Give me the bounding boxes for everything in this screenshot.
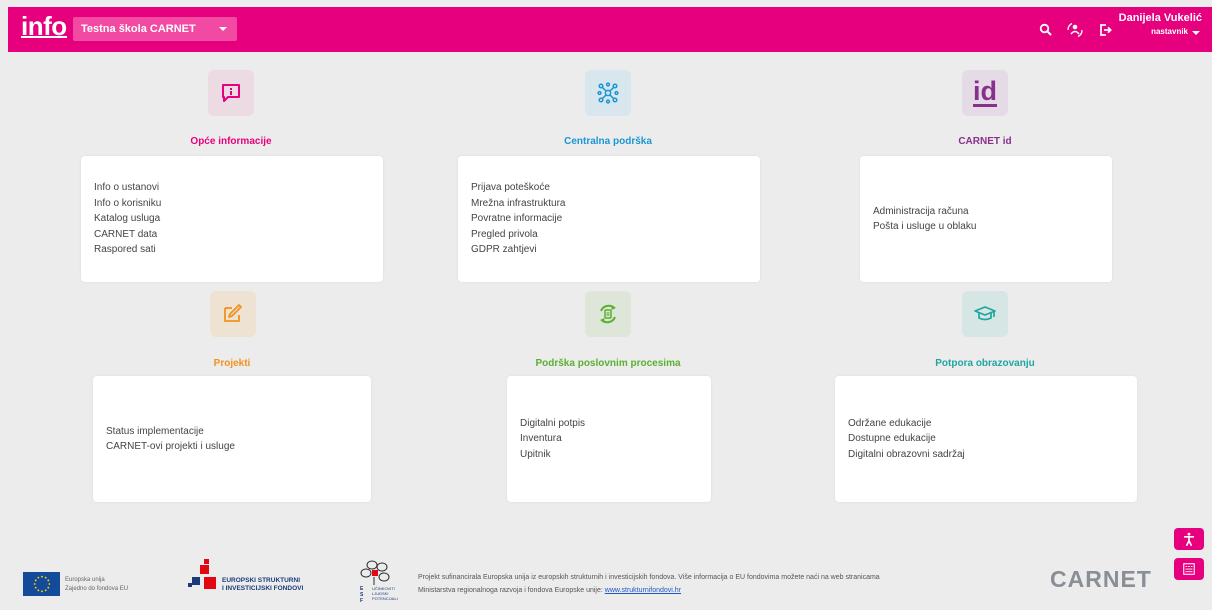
section-title-centralna-podrska: Centralna podrška xyxy=(564,136,652,147)
id-icon: id xyxy=(962,70,1008,116)
link-status-implementacije[interactable]: Status implementacije xyxy=(106,424,371,440)
link-info-o-korisniku[interactable]: Info o korisniku xyxy=(94,196,383,212)
section-card-podrska-poslovnim-procesima: Digitalni potpis Inventura Upitnik xyxy=(507,376,711,502)
reader-mode-button[interactable] xyxy=(1174,558,1204,580)
esf-letters: ESF xyxy=(360,586,364,604)
strukturni-fondovi-link[interactable]: www.strukturnifondovi.hr xyxy=(605,587,681,594)
network-icon xyxy=(585,70,631,116)
link-gdpr-zahtjevi[interactable]: GDPR zahtjevi xyxy=(471,242,760,258)
logout-icon[interactable] xyxy=(1094,19,1116,41)
link-posta-i-usluge[interactable]: Pošta i usluge u oblaku xyxy=(873,219,1112,235)
link-pregled-privola[interactable]: Pregled privola xyxy=(471,227,760,243)
link-administracija-racuna[interactable]: Administracija računa xyxy=(873,204,1112,220)
esif-caption: EUROPSKI STRUKTURNI I INVESTICIJSKI FOND… xyxy=(222,577,304,592)
link-povratne-informacije[interactable]: Povratne informacije xyxy=(471,211,760,227)
esif-logo-icon xyxy=(188,559,216,589)
sync-users-icon[interactable] xyxy=(1064,19,1086,41)
top-bar: info Testna škola CARNET Danijela Vukeli… xyxy=(8,7,1212,52)
user-menu[interactable]: Danijela Vukelić nastavnik xyxy=(1119,11,1202,39)
graduation-cap-icon xyxy=(962,291,1008,337)
school-selector[interactable]: Testna škola CARNET xyxy=(73,17,237,41)
eu-caption: Europska unija Zajedno do fondova EU xyxy=(65,577,129,592)
link-carnet-data[interactable]: CARNET data xyxy=(94,227,383,243)
section-title-projekti: Projekti xyxy=(213,358,251,369)
eu-flag-logo xyxy=(23,572,60,596)
search-icon[interactable] xyxy=(1035,19,1057,41)
section-card-opce-informacije: Info o ustanovi Info o korisniku Katalog… xyxy=(81,156,383,282)
process-cycle-icon xyxy=(585,291,631,337)
accessibility-button[interactable] xyxy=(1174,528,1204,550)
info-message-icon xyxy=(208,70,254,116)
link-katalog-usluga[interactable]: Katalog usluga xyxy=(94,211,383,227)
link-carnet-ovi-projekti[interactable]: CARNET-ovi projekti i usluge xyxy=(106,439,371,455)
link-inventura[interactable]: Inventura xyxy=(520,431,711,447)
ulj-caption: UČINKOVITI LJUDSKI POTENCIJALI xyxy=(372,586,398,601)
section-card-centralna-podrska: Prijava poteškoće Mrežna infrastruktura … xyxy=(458,156,760,282)
link-mrezna-infrastruktura[interactable]: Mrežna infrastruktura xyxy=(471,196,760,212)
section-card-carnet-id: Administracija računa Pošta i usluge u o… xyxy=(860,156,1112,282)
link-upitnik[interactable]: Upitnik xyxy=(520,447,711,463)
carnet-logo[interactable]: CARNET xyxy=(1050,566,1152,593)
link-digitalni-potpis[interactable]: Digitalni potpis xyxy=(520,416,711,432)
accessibility-icon xyxy=(1183,532,1195,546)
info-logo[interactable]: info xyxy=(21,12,67,40)
section-title-potpora-obrazovanju: Potpora obrazovanju xyxy=(935,358,1035,369)
project-edit-icon xyxy=(210,291,256,337)
section-title-carnet-id: CARNET id xyxy=(958,136,1012,147)
chevron-down-icon xyxy=(219,27,227,31)
link-odrzane-edukacije[interactable]: Održane edukacije xyxy=(848,416,1137,432)
section-card-projekti: Status implementacije CARNET-ovi projekt… xyxy=(93,376,371,502)
link-digitalni-obrazovni-sadrzaj[interactable]: Digitalni obrazovni sadržaj xyxy=(848,447,1137,463)
user-name: Danijela Vukelić xyxy=(1118,12,1202,24)
link-prijava-poteskoce[interactable]: Prijava poteškoće xyxy=(471,180,760,196)
section-title-podrska-poslovnim-procesima: Podrška poslovnim procesima xyxy=(535,358,681,369)
link-raspored-sati[interactable]: Raspored sati xyxy=(94,242,383,258)
footer-disclaimer: Projekt sufinancirala Europska unija iz … xyxy=(418,574,880,594)
user-role: nastavnik xyxy=(1119,25,1202,39)
school-selector-label: Testna škola CARNET xyxy=(81,23,196,35)
reader-icon xyxy=(1183,563,1195,575)
section-card-potpora-obrazovanju: Održane edukacije Dostupne edukacije Dig… xyxy=(835,376,1137,502)
link-info-o-ustanovi[interactable]: Info o ustanovi xyxy=(94,180,383,196)
section-title-opce-informacije: Opće informacije xyxy=(190,136,272,147)
link-dostupne-edukacije[interactable]: Dostupne edukacije xyxy=(848,431,1137,447)
